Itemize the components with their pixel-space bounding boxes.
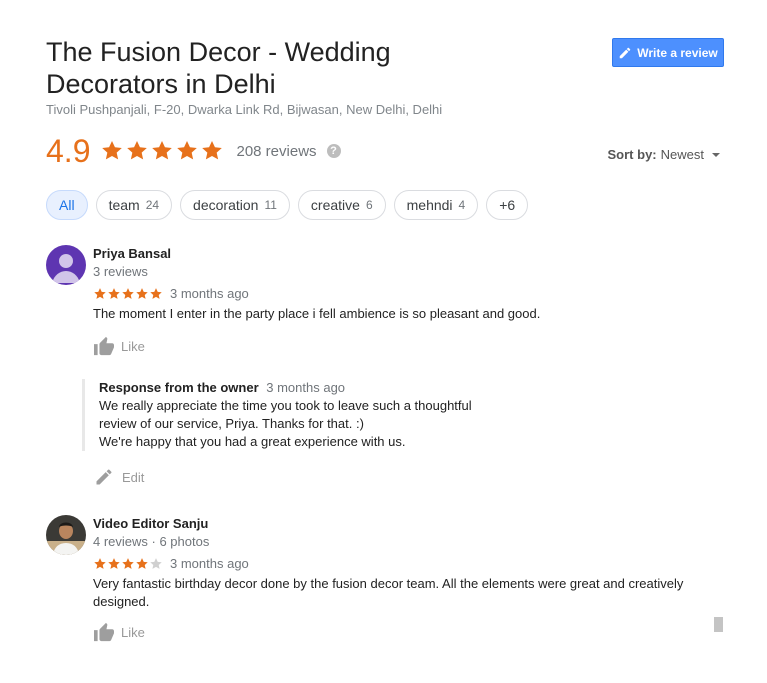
review-text: Very fantastic birthday decor done by th… (93, 576, 684, 609)
avatar[interactable] (46, 515, 86, 555)
review-item: Priya Bansal 3 reviews 3 months ago The … (46, 245, 726, 505)
owner-response-line: We're happy that you had a great experie… (99, 434, 406, 449)
owner-response-line: We really appreciate the time you took t… (99, 398, 472, 413)
filter-chip-label: decoration (193, 197, 259, 213)
review-text: The moment I enter in the party place i … (93, 306, 541, 321)
write-review-button[interactable]: Write a review (612, 38, 724, 67)
rating-summary: 4.9 208 reviews ? (46, 133, 341, 169)
star-icon (102, 141, 123, 160)
filter-chip-label: mehndi (406, 197, 453, 213)
filter-chip-label: +6 (499, 197, 516, 213)
filter-chips: All team 24 decoration 11 creative 6 meh… (46, 190, 529, 220)
star-icon (150, 557, 162, 569)
star-icon (150, 287, 162, 299)
filter-chip-label: creative (310, 197, 360, 213)
star-icon (122, 287, 134, 299)
star-icon (94, 557, 106, 569)
pencil-icon (618, 46, 632, 60)
thumbs-up-icon (93, 336, 115, 356)
filter-chip-count: 4 (458, 198, 466, 212)
filter-chip-label: team (108, 197, 140, 213)
filter-chip-count: 24 (145, 198, 160, 212)
star-icon (108, 287, 120, 299)
review-stars (93, 287, 163, 301)
star-icon (94, 287, 106, 299)
filter-chip-team[interactable]: team 24 (95, 190, 173, 220)
rating-stars (100, 139, 224, 163)
filter-chip-decoration[interactable]: decoration 11 (180, 190, 290, 220)
star-icon (108, 557, 120, 569)
reviewer-meta: 4 reviews · 6 photos (93, 534, 210, 549)
star-icon (152, 141, 173, 160)
business-title: The Fusion Decor - Wedding Decorators in… (46, 37, 391, 99)
reviewer-meta: 3 reviews (93, 264, 148, 279)
filter-chip-count: 11 (264, 198, 277, 212)
star-icon (202, 141, 223, 160)
filter-chip-more[interactable]: +6 (486, 190, 529, 220)
person-icon (46, 245, 86, 285)
owner-response: Response from the owner 3 months ago We … (82, 379, 542, 451)
user-photo-icon (46, 515, 86, 555)
filter-chip-all[interactable]: All (46, 190, 88, 220)
write-review-label: Write a review (637, 45, 718, 60)
star-icon (177, 141, 198, 160)
owner-response-title: Response from the owner (99, 380, 259, 395)
like-label: Like (121, 624, 145, 640)
star-icon (136, 557, 148, 569)
reviewer-name[interactable]: Priya Bansal (93, 246, 171, 261)
like-button[interactable]: Like (93, 622, 145, 642)
help-icon[interactable]: ? (326, 144, 341, 158)
chevron-down-icon (712, 152, 720, 157)
average-rating: 4.9 (46, 132, 91, 169)
star-icon (136, 287, 148, 299)
avatar[interactable] (46, 245, 86, 285)
filter-chip-label: All (59, 197, 75, 213)
review-rating: 3 months ago (93, 286, 249, 301)
review-time: 3 months ago (170, 286, 249, 301)
business-address: Tivoli Pushpanjali, F-20, Dwarka Link Rd… (46, 102, 443, 117)
sort-value: Newest (660, 147, 704, 162)
star-icon (122, 557, 134, 569)
filter-chip-count: 6 (365, 198, 373, 212)
review-count[interactable]: 208 reviews (236, 143, 316, 160)
star-icon (127, 141, 148, 160)
review-rating: 3 months ago (93, 556, 249, 571)
filter-chip-mehndi[interactable]: mehndi 4 (393, 190, 479, 220)
scrollbar-thumb[interactable] (714, 617, 723, 632)
review-time: 3 months ago (170, 556, 249, 571)
edit-response-button[interactable]: Edit (94, 467, 144, 487)
thumbs-up-icon (93, 622, 115, 642)
sort-dropdown[interactable]: Sort by: Newest (608, 147, 720, 162)
review-stars (93, 557, 163, 571)
filter-chip-creative[interactable]: creative 6 (297, 190, 386, 220)
review-item: Video Editor Sanju 4 reviews · 6 photos … (46, 515, 726, 650)
owner-response-time: 3 months ago (266, 380, 346, 395)
edit-label: Edit (122, 469, 145, 485)
like-label: Like (121, 338, 145, 354)
owner-response-line: review of our service, Priya. Thanks for… (99, 416, 364, 431)
like-button[interactable]: Like (93, 336, 145, 356)
reviewer-name[interactable]: Video Editor Sanju (93, 516, 208, 531)
pencil-icon (94, 467, 114, 487)
sort-label: Sort by: (607, 147, 657, 162)
